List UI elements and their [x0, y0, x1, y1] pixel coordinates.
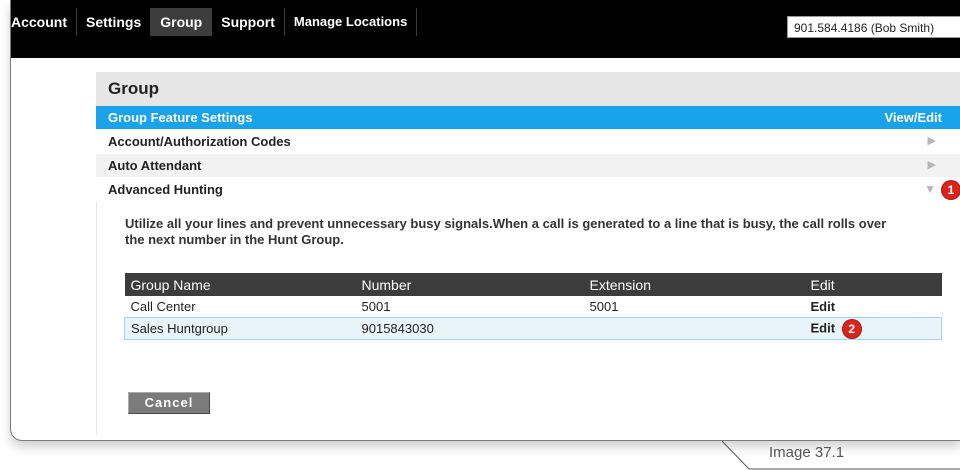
screenshot-stage: Account Settings Group Support Manage Lo… — [0, 0, 960, 470]
cancel-button[interactable]: Cancel — [128, 392, 210, 414]
cell-extension: 5001 — [589, 299, 619, 314]
header-label: Group Feature Settings — [108, 110, 253, 125]
triangle-right-icon[interactable]: ▶ — [928, 130, 936, 153]
tab-settings[interactable]: Settings — [77, 8, 152, 36]
caption-text: Image 37.1 — [769, 444, 845, 461]
advanced-hunting-details: Utilize all your lines and prevent unnec… — [96, 202, 960, 435]
nav-tabs: Account Settings Group Support Manage Lo… — [11, 8, 418, 36]
feature-row-account-authorization-codes[interactable]: Account/Authorization Codes ▶ — [96, 130, 960, 154]
table-row-selected: Sales Huntgroup 9015843030 Edit 2 — [124, 317, 942, 340]
tab-account[interactable]: Account — [11, 8, 77, 36]
group-panel: Group Group Feature Settings View/Edit A… — [96, 72, 960, 440]
hunt-group-table: Group Name Number Extension Edit Call Ce… — [124, 273, 942, 340]
triangle-right-icon[interactable]: ▶ — [928, 154, 936, 177]
triangle-down-icon[interactable]: ▼ — [924, 178, 936, 201]
feature-label: Advanced Hunting — [108, 182, 223, 197]
column-header-extension: Extension — [583, 273, 805, 296]
edit-link[interactable]: Edit — [811, 299, 836, 314]
cell-number: 5001 — [361, 299, 391, 314]
cell-edit: Edit 2 — [804, 317, 942, 340]
tab-group[interactable]: Group — [151, 8, 213, 36]
image-caption-tab: Image 37.1 — [722, 441, 960, 470]
column-header-edit: Edit — [804, 273, 942, 296]
page-title: Group — [96, 72, 960, 106]
account-selector[interactable]: 901.584.4186 (Bob Smith) — [787, 16, 960, 38]
advanced-hunting-description: Utilize all your lines and prevent unnec… — [125, 216, 887, 247]
cell-group-name: Sales Huntgroup — [124, 317, 356, 340]
group-feature-settings-header: Group Feature Settings View/Edit — [96, 106, 960, 130]
cell-group-name: Call Center — [130, 299, 196, 314]
tab-manage-locations[interactable]: Manage Locations — [285, 8, 418, 36]
column-header-group-name: Group Name — [124, 273, 356, 296]
feature-label: Auto Attendant — [108, 158, 202, 173]
browser-frame: Account Settings Group Support Manage Lo… — [10, 0, 960, 441]
cell-edit: Edit — [805, 296, 942, 318]
top-navigation-bar: Account Settings Group Support Manage Lo… — [11, 0, 960, 58]
feature-label: Account/Authorization Codes — [108, 134, 291, 149]
cell-number: 9015843030 — [355, 317, 584, 340]
table-header-row: Group Name Number Extension Edit — [124, 273, 942, 296]
column-header-number: Number — [355, 273, 584, 296]
feature-row-auto-attendant[interactable]: Auto Attendant ▶ — [96, 154, 960, 178]
feature-row-advanced-hunting[interactable]: Advanced Hunting ▼ 1 — [96, 178, 960, 202]
cell-extension — [583, 317, 805, 340]
edit-link[interactable]: Edit — [811, 320, 836, 335]
table-row: Call Center 5001 5001 Edit — [125, 296, 942, 318]
callout-badge-1: 1 — [942, 181, 960, 199]
callout-badge-2: 2 — [842, 319, 861, 338]
view-edit-link[interactable]: View/Edit — [884, 106, 942, 129]
tab-support[interactable]: Support — [212, 8, 285, 36]
